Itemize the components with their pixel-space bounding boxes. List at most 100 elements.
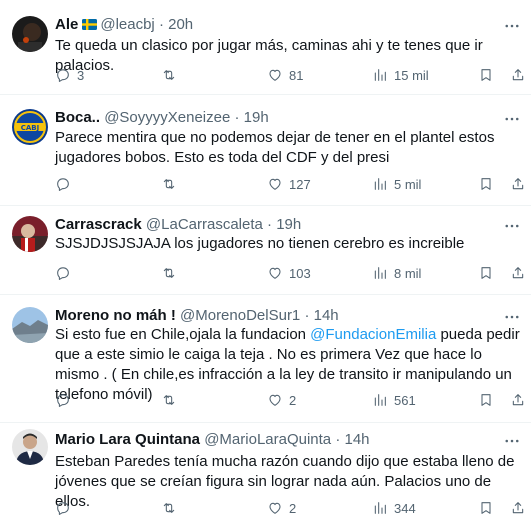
handle[interactable]: @SoyyyyXeneizee — [104, 109, 230, 126]
timestamp[interactable]: 19h — [244, 109, 269, 126]
bookmark-button[interactable] — [478, 263, 494, 283]
views-count: 561 — [394, 392, 416, 408]
views-count: 15 mil — [394, 67, 429, 83]
handle[interactable]: @LaCarrascaleta — [146, 216, 263, 233]
bookmark-button[interactable] — [478, 174, 494, 194]
avatar[interactable] — [12, 16, 48, 52]
views-count: 5 mil — [394, 176, 422, 192]
timestamp[interactable]: 19h — [276, 216, 301, 233]
like-button[interactable]: 2 — [267, 498, 296, 518]
views-chart-icon — [372, 265, 388, 281]
more-dots-icon[interactable] — [503, 432, 521, 450]
like-button[interactable]: 81 — [267, 65, 303, 85]
retweet-button[interactable] — [161, 498, 183, 518]
action-bar: 3 81 15 mil — [55, 65, 523, 85]
separator-dot: · — [304, 307, 310, 324]
reply-count: 3 — [77, 67, 85, 83]
timestamp[interactable]: 20h — [168, 16, 193, 33]
reply-button[interactable] — [55, 498, 77, 518]
bookmark-icon — [478, 265, 494, 281]
avatar[interactable] — [12, 429, 48, 465]
tweet-header: Boca.. @SoyyyyXeneizee · 19h — [55, 109, 501, 127]
retweet-button[interactable] — [161, 174, 183, 194]
timestamp[interactable]: 14h — [314, 307, 339, 324]
like-count: 2 — [289, 500, 297, 516]
display-name[interactable]: Ale — [55, 16, 78, 33]
bookmark-button[interactable] — [478, 65, 494, 85]
tweet[interactable]: CABJ Boca.. @SoyyyyXeneizee · 19h Parece… — [0, 95, 531, 206]
display-name[interactable]: Boca.. — [55, 109, 100, 126]
tweet-header: Mario Lara Quintana @MarioLaraQuinta · 1… — [55, 431, 501, 449]
like-button[interactable]: 2 — [267, 390, 296, 410]
handle[interactable]: @leacbj — [100, 16, 154, 33]
retweet-button[interactable] — [161, 263, 183, 283]
share-icon — [510, 500, 526, 516]
like-button[interactable]: 103 — [267, 263, 311, 283]
heart-icon — [267, 176, 283, 192]
handle[interactable]: @MorenoDelSur1 — [180, 307, 300, 324]
avatar[interactable] — [12, 216, 48, 252]
reply-feed: Ale @leacbj · 20h Te queda un clasico por… — [0, 0, 531, 525]
tweet[interactable]: Moreno no máh ! @MorenoDelSur1 · 14h Si … — [0, 295, 531, 423]
views-count: 8 mil — [394, 265, 422, 281]
share-button[interactable] — [510, 65, 526, 85]
bookmark-icon — [478, 176, 494, 192]
timestamp[interactable]: 14h — [345, 431, 370, 448]
views-button[interactable]: 15 mil — [372, 65, 429, 85]
display-name[interactable]: Mario Lara Quintana — [55, 431, 200, 448]
share-button[interactable] — [510, 390, 526, 410]
reply-button[interactable]: 3 — [55, 65, 84, 85]
retweet-button[interactable] — [161, 390, 183, 410]
mention-link[interactable]: @FundacionEmilia — [310, 326, 436, 343]
views-chart-icon — [372, 392, 388, 408]
share-icon — [510, 265, 526, 281]
handle[interactable]: @MarioLaraQuinta — [204, 431, 331, 448]
views-button[interactable]: 344 — [372, 498, 416, 518]
display-name[interactable]: Moreno no máh ! — [55, 307, 176, 324]
bookmark-icon — [478, 500, 494, 516]
action-bar: 2 344 — [55, 498, 523, 518]
reply-button[interactable] — [55, 390, 77, 410]
tweet[interactable]: Mario Lara Quintana @MarioLaraQuinta · 1… — [0, 423, 531, 525]
like-button[interactable]: 127 — [267, 174, 311, 194]
more-dots-icon[interactable] — [503, 17, 521, 35]
action-bar: 127 5 mil — [55, 174, 523, 194]
views-button[interactable]: 8 mil — [372, 263, 421, 283]
tweet[interactable]: Ale @leacbj · 20h Te queda un clasico por… — [0, 0, 531, 95]
display-name[interactable]: Carrascrack — [55, 216, 142, 233]
like-count: 103 — [289, 265, 311, 281]
tweet[interactable]: Carrascrack @LaCarrascaleta · 19h SJSJDJ… — [0, 206, 531, 295]
tweet-header: Carrascrack @LaCarrascaleta · 19h — [55, 216, 501, 234]
bookmark-button[interactable] — [478, 498, 494, 518]
heart-icon — [267, 392, 283, 408]
like-count: 2 — [289, 392, 297, 408]
bookmark-button[interactable] — [478, 390, 494, 410]
retweet-icon — [161, 500, 177, 516]
avatar[interactable]: CABJ — [12, 109, 48, 145]
retweet-button[interactable] — [161, 65, 183, 85]
views-button[interactable]: 5 mil — [372, 174, 421, 194]
tweet-text-start: Si esto fue en Chile,ojala la fundacion — [55, 326, 311, 343]
views-button[interactable]: 561 — [372, 390, 416, 410]
share-button[interactable] — [510, 498, 526, 518]
heart-icon — [267, 67, 283, 83]
share-icon — [510, 67, 526, 83]
reply-button[interactable] — [55, 263, 77, 283]
views-count: 344 — [394, 500, 416, 516]
more-dots-icon[interactable] — [503, 110, 521, 128]
tweet-header: Moreno no máh ! @MorenoDelSur1 · 14h — [55, 307, 501, 325]
reply-button[interactable] — [55, 174, 77, 194]
share-button[interactable] — [510, 263, 526, 283]
tweet-text: SJSJDJSJSJAJA los jugadores no tienen ce… — [55, 235, 465, 252]
retweet-icon — [161, 265, 177, 281]
separator-dot: · — [234, 109, 240, 126]
retweet-icon — [161, 392, 177, 408]
separator-dot: · — [267, 216, 273, 233]
share-icon — [510, 392, 526, 408]
avatar[interactable] — [12, 307, 48, 343]
share-button[interactable] — [510, 174, 526, 194]
reply-icon — [55, 392, 71, 408]
more-dots-icon[interactable] — [503, 308, 521, 326]
action-bar: 103 8 mil — [55, 263, 523, 283]
more-dots-icon[interactable] — [503, 217, 521, 235]
